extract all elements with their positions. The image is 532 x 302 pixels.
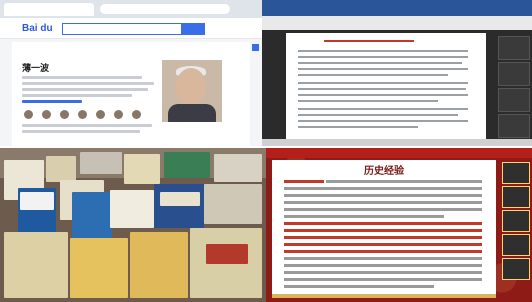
book-stack (124, 154, 160, 184)
portrait-suit (168, 104, 216, 122)
browser-tab[interactable] (4, 3, 94, 16)
video-conference-grid: Bai du 薄一波 历史经验 (0, 0, 532, 302)
article-text-line (22, 130, 140, 133)
related-person-avatar[interactable] (42, 110, 51, 119)
slide-text-line-highlighted (284, 180, 324, 183)
book-cover (20, 192, 54, 210)
related-person-avatar[interactable] (114, 110, 123, 119)
participant-video-thumbnail[interactable] (498, 36, 530, 60)
book-stack (214, 154, 262, 182)
portrait-face (176, 68, 206, 104)
side-tool-button[interactable] (252, 44, 259, 51)
screen-share-browser-panel: Bai du 薄一波 (0, 0, 262, 146)
document-text-line (298, 62, 462, 64)
slide-text-line (326, 180, 482, 183)
book-cover (160, 192, 200, 206)
slide-text-line (284, 278, 482, 281)
related-person-avatar[interactable] (96, 110, 105, 119)
book-stack (4, 232, 68, 298)
related-person-avatar[interactable] (60, 110, 69, 119)
article-title: 薄一波 (22, 63, 50, 73)
book-stack (130, 232, 188, 298)
article-text-line (22, 94, 132, 97)
document-text-line (298, 94, 468, 96)
related-person-avatar[interactable] (78, 110, 87, 119)
book-cover (206, 244, 248, 264)
slide-text-line (284, 201, 482, 204)
book-stack (80, 152, 122, 174)
book-stack (46, 156, 76, 182)
slide-text-line-highlighted (284, 243, 482, 246)
document-text-line (298, 68, 468, 70)
participant-video-thumbnail[interactable] (498, 62, 530, 86)
slide-text-line (284, 187, 482, 190)
slide-text-line-highlighted (284, 222, 482, 225)
search-button[interactable] (181, 23, 205, 35)
document-text-line (298, 56, 468, 58)
address-bar[interactable] (100, 4, 230, 14)
presentation-slide-panel: 历史经验 (266, 148, 532, 302)
slide-text-line (284, 208, 482, 211)
slide-text-line (284, 271, 482, 274)
book-stack (204, 184, 262, 224)
slide-text-line (284, 285, 434, 288)
related-person-avatar[interactable] (132, 110, 141, 119)
slide-text-line (284, 264, 482, 267)
slide-text-line-highlighted (284, 250, 482, 253)
document-page[interactable] (286, 33, 486, 139)
slide-text-line-highlighted (284, 236, 482, 239)
book-stack (72, 192, 112, 238)
document-text-line (298, 82, 468, 84)
article-text-line (22, 76, 142, 79)
document-title-line (324, 40, 414, 42)
article-text-line (22, 124, 152, 127)
participant-video-thumbnail[interactable] (502, 258, 530, 280)
related-person-avatar[interactable] (24, 110, 33, 119)
participant-video-thumbnail[interactable] (502, 210, 530, 232)
editor-ribbon[interactable] (262, 16, 532, 30)
document-text-line (298, 50, 468, 52)
slide-heading: 历史经验 (364, 166, 404, 177)
slide-text-line-highlighted (284, 229, 482, 232)
editor-status-bar (262, 139, 532, 146)
document-text-line (298, 126, 418, 128)
book-display-photo (0, 148, 266, 302)
participant-video-thumbnail[interactable] (498, 114, 530, 138)
document-text-line (298, 114, 458, 116)
site-logo[interactable]: Bai du (22, 23, 53, 34)
document-text-line (298, 108, 468, 110)
slide-top-band (266, 148, 532, 158)
slide-text-line (284, 215, 444, 218)
slide-text-line (284, 194, 482, 197)
participant-video-thumbnail[interactable] (502, 186, 530, 208)
slide-bottom-border (272, 294, 496, 298)
participant-video-thumbnail[interactable] (502, 162, 530, 184)
document-text-line (298, 74, 448, 76)
search-input[interactable] (62, 23, 182, 35)
slide-text-line (284, 257, 482, 260)
document-text-line (298, 100, 438, 102)
document-text-line (298, 88, 466, 90)
section-heading-line (22, 100, 82, 103)
editor-title-bar (262, 0, 532, 16)
book-stack (110, 190, 154, 228)
article-text-line (22, 82, 154, 85)
book-stack (164, 152, 210, 178)
screen-share-document-panel (262, 0, 532, 146)
article-text-line (22, 88, 148, 91)
book-stack (70, 238, 128, 298)
document-text-line (298, 120, 468, 122)
participant-video-thumbnail[interactable] (502, 234, 530, 256)
participant-video-thumbnail[interactable] (498, 88, 530, 112)
book-stack (154, 184, 204, 228)
